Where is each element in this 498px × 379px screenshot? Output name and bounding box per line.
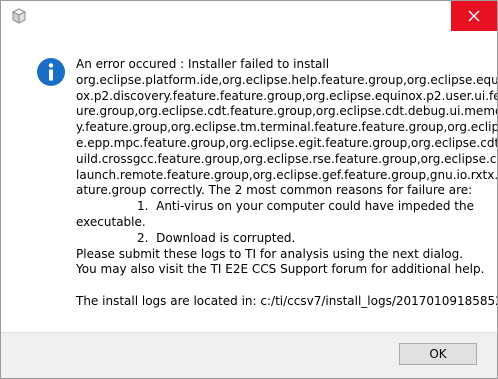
- message-line: [76, 278, 466, 294]
- message-line: uild.crossgcc.feature.group,org.eclipse.…: [76, 151, 498, 166]
- error-dialog-window: An error occured : Installer failed to i…: [0, 0, 498, 379]
- message-line: e.epp.mpc.feature.group,org.eclipse.egit…: [76, 135, 498, 150]
- message-line: launch.remote.feature.group,org.eclipse.…: [76, 167, 498, 182]
- message-line: executable.: [76, 214, 146, 229]
- info-icon: [37, 58, 65, 86]
- cube-icon: [11, 8, 27, 24]
- message-line: ure.group,org.eclipse.cdt.feature.group,…: [76, 104, 498, 119]
- message-line: ature.group correctly. The 2 most common…: [76, 183, 473, 198]
- message-line: An error occured : Installer failed to i…: [76, 57, 330, 71]
- message-line: 2. Download is corrupted.: [76, 230, 296, 245]
- message-line: You may also visit the TI E2E CCS Suppor…: [76, 262, 485, 277]
- message-line: The install logs are located in: c:/ti/c…: [76, 293, 498, 308]
- ok-button[interactable]: OK: [399, 343, 477, 365]
- close-icon: [468, 10, 480, 22]
- dialog-footer: OK: [1, 332, 497, 378]
- error-message: An error occured : Installer failed to i…: [76, 57, 498, 310]
- dialog-content: An error occured : Installer failed to i…: [1, 31, 497, 332]
- title-bar: [1, 1, 497, 31]
- message-line: ox.p2.discovery.feature.feature.group,or…: [76, 88, 498, 103]
- close-button[interactable]: [451, 1, 497, 31]
- message-line: Please submit these logs to TI for analy…: [76, 246, 464, 261]
- message-line: y.feature.group,org.eclipse.tm.terminal.…: [76, 120, 498, 135]
- message-line: org.eclipse.platform.ide,org.eclipse.hel…: [76, 72, 498, 87]
- message-line: 1. Anti-virus on your computer could hav…: [76, 199, 474, 214]
